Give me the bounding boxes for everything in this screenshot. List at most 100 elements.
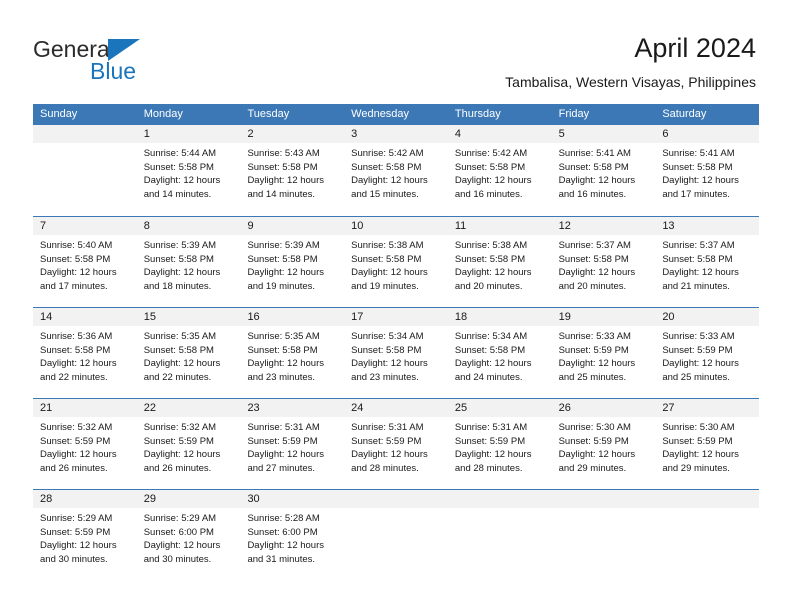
day-number: 20	[655, 308, 760, 326]
calendar-day-cell[interactable]: 14 Sunrise: 5:36 AM Sunset: 5:58 PM Dayligh…	[33, 308, 137, 398]
calendar-day-cell[interactable]: 6 Sunrise: 5:41 AM Sunset: 5:58 PM Daylight…	[655, 125, 760, 216]
calendar-day-cell[interactable]: 13 Sunrise: 5:37 AM Sunset: 5:58 PM Dayligh…	[655, 217, 760, 307]
sunset-time: Sunset: 5:58 PM	[40, 253, 111, 265]
calendar-day-cell[interactable]: 17 Sunrise: 5:34 AM Sunset: 5:58 PM Dayligh…	[344, 308, 448, 398]
calendar-page: General Blue April 2024 Tambalisa, Weste…	[0, 0, 792, 612]
calendar-day-cell[interactable]: 29 Sunrise: 5:29 AM Sunset: 6:00 PM Dayligh…	[136, 490, 241, 580]
day-details	[344, 508, 448, 512]
sunrise-time: Sunrise: 5:33 AM	[558, 331, 631, 342]
calendar-day-cell[interactable]: 15 Sunrise: 5:35 AM Sunset: 5:58 PM Dayligh…	[136, 308, 241, 398]
day-details	[33, 143, 137, 147]
daylight-duration-line1: Daylight: 12 hours	[247, 540, 325, 551]
daylight-duration-line1: Daylight: 12 hours	[454, 449, 532, 460]
day-details	[655, 508, 759, 512]
daylight-duration-line2: and 17 minutes.	[40, 280, 108, 292]
calendar-day-cell[interactable]: 22 Sunrise: 5:32 AM Sunset: 5:59 PM Dayligh…	[136, 399, 241, 489]
day-details: Sunrise: 5:30 AM Sunset: 5:59 PM Daylight:…	[552, 417, 656, 475]
daylight-duration-line2: and 19 minutes.	[351, 280, 419, 292]
sunrise-time: Sunrise: 5:29 AM	[143, 513, 217, 524]
calendar-day-cell[interactable]: 16 Sunrise: 5:35 AM Sunset: 5:58 PM Dayligh…	[240, 308, 345, 398]
calendar-day-cell[interactable]: 8 Sunrise: 5:39 AM Sunset: 5:58 PM Daylight…	[136, 217, 241, 307]
sunrise-time: Sunrise: 5:30 AM	[662, 422, 735, 433]
calendar-day-cell[interactable]: 5 Sunrise: 5:41 AM Sunset: 5:58 PM Daylight…	[551, 125, 656, 216]
daylight-duration-line1: Daylight: 12 hours	[143, 175, 221, 186]
sunset-time: Sunset: 5:58 PM	[558, 161, 629, 173]
weekday-header-monday: Monday	[143, 108, 183, 120]
daylight-duration-line2: and 18 minutes.	[143, 280, 212, 292]
sunrise-time: Sunrise: 5:42 AM	[351, 148, 424, 159]
day-details: Sunrise: 5:32 AM Sunset: 5:59 PM Daylight:…	[137, 417, 241, 475]
day-number: 6	[655, 125, 760, 143]
sunrise-time: Sunrise: 5:38 AM	[351, 240, 424, 251]
daylight-duration-line1: Daylight: 12 hours	[40, 449, 117, 460]
daylight-duration-line2: and 27 minutes.	[247, 462, 316, 474]
daylight-duration-line1: Daylight: 12 hours	[247, 175, 325, 186]
day-number: 28	[33, 490, 137, 508]
day-details: Sunrise: 5:34 AM Sunset: 5:58 PM Daylight:…	[448, 326, 552, 384]
sunset-time: Sunset: 5:58 PM	[143, 344, 214, 356]
day-details: Sunrise: 5:43 AM Sunset: 5:58 PM Daylight:…	[240, 143, 344, 201]
day-number: 7	[33, 217, 137, 235]
day-number: 22	[136, 399, 241, 417]
calendar-day-cell[interactable]: 30 Sunrise: 5:28 AM Sunset: 6:00 PM Dayligh…	[240, 490, 345, 580]
calendar-day-cell[interactable]: 7 Sunrise: 5:40 AM Sunset: 5:58 PM Daylight…	[33, 217, 137, 307]
daylight-duration-line1: Daylight: 12 hours	[247, 449, 325, 460]
calendar-day-cell[interactable]: 10 Sunrise: 5:38 AM Sunset: 5:58 PM Dayligh…	[344, 217, 448, 307]
weekday-header-tuesday: Tuesday	[247, 108, 290, 120]
day-number: 12	[551, 217, 656, 235]
sunrise-time: Sunrise: 5:30 AM	[558, 422, 631, 433]
sunset-time: Sunset: 6:00 PM	[247, 526, 318, 538]
day-number: 15	[136, 308, 241, 326]
sunrise-time: Sunrise: 5:32 AM	[40, 422, 113, 433]
calendar-day-cell[interactable]: 23 Sunrise: 5:31 AM Sunset: 5:59 PM Dayligh…	[240, 399, 345, 489]
calendar-day-cell[interactable]: 24 Sunrise: 5:31 AM Sunset: 5:59 PM Dayligh…	[344, 399, 448, 489]
daylight-duration-line2: and 14 minutes.	[143, 188, 212, 200]
sunset-time: Sunset: 5:59 PM	[40, 526, 111, 538]
calendar-day-cell[interactable]: 26 Sunrise: 5:30 AM Sunset: 5:59 PM Dayligh…	[551, 399, 656, 489]
sunrise-time: Sunrise: 5:31 AM	[454, 422, 528, 433]
sunrise-time: Sunrise: 5:37 AM	[662, 240, 735, 251]
day-details: Sunrise: 5:31 AM Sunset: 5:59 PM Daylight:…	[448, 417, 552, 475]
calendar-day-cell[interactable]: 18 Sunrise: 5:34 AM Sunset: 5:58 PM Dayligh…	[447, 308, 552, 398]
weekday-header-wednesday: Wednesday	[351, 108, 410, 120]
sunset-time: Sunset: 5:58 PM	[143, 161, 214, 173]
calendar-day-cell[interactable]: 19 Sunrise: 5:33 AM Sunset: 5:59 PM Dayligh…	[551, 308, 656, 398]
calendar-day-cell[interactable]: 9 Sunrise: 5:39 AM Sunset: 5:58 PM Daylight…	[240, 217, 345, 307]
logo-text-blue: Blue	[90, 58, 137, 84]
sunrise-time: Sunrise: 5:37 AM	[558, 240, 631, 251]
day-number: 11	[447, 217, 552, 235]
calendar-day-cell[interactable]: 27 Sunrise: 5:30 AM Sunset: 5:59 PM Dayligh…	[655, 399, 760, 489]
calendar-day-cell[interactable]: 1 Sunrise: 5:44 AM Sunset: 5:58 PM Daylight…	[136, 125, 241, 216]
sunrise-time: Sunrise: 5:39 AM	[247, 240, 320, 251]
day-details: Sunrise: 5:30 AM Sunset: 5:59 PM Daylight:…	[655, 417, 759, 475]
day-details: Sunrise: 5:35 AM Sunset: 5:58 PM Daylight:…	[240, 326, 344, 384]
day-details: Sunrise: 5:39 AM Sunset: 5:58 PM Daylight:…	[137, 235, 241, 293]
daylight-duration-line2: and 30 minutes.	[40, 553, 108, 565]
sunset-time: Sunset: 5:58 PM	[662, 161, 733, 173]
daylight-duration-line1: Daylight: 12 hours	[143, 449, 221, 460]
daylight-duration-line1: Daylight: 12 hours	[662, 175, 739, 186]
calendar-day-cell[interactable]: 25 Sunrise: 5:31 AM Sunset: 5:59 PM Dayligh…	[447, 399, 552, 489]
calendar-weeks: 1 Sunrise: 5:44 AM Sunset: 5:58 PM Daylight…	[33, 125, 760, 580]
calendar-day-cell[interactable]: 21 Sunrise: 5:32 AM Sunset: 5:59 PM Dayligh…	[33, 399, 137, 489]
day-number: 14	[33, 308, 137, 326]
calendar-day-cell[interactable]: 3 Sunrise: 5:42 AM Sunset: 5:58 PM Daylight…	[344, 125, 448, 216]
calendar-day-cell[interactable]: 28 Sunrise: 5:29 AM Sunset: 5:59 PM Dayligh…	[33, 490, 137, 580]
general-blue-logo[interactable]: General Blue	[33, 36, 213, 84]
calendar-day-cell[interactable]: 2 Sunrise: 5:43 AM Sunset: 5:58 PM Daylight…	[240, 125, 345, 216]
daylight-duration-line2: and 15 minutes.	[351, 188, 419, 200]
calendar-day-cell-empty	[33, 125, 137, 216]
day-details: Sunrise: 5:41 AM Sunset: 5:58 PM Daylight:…	[552, 143, 656, 201]
calendar-day-cell[interactable]: 20 Sunrise: 5:33 AM Sunset: 5:59 PM Dayligh…	[655, 308, 760, 398]
daylight-duration-line2: and 29 minutes.	[558, 462, 627, 474]
weekday-header-saturday: Saturday	[662, 108, 707, 120]
calendar-day-cell[interactable]: 12 Sunrise: 5:37 AM Sunset: 5:58 PM Dayligh…	[551, 217, 656, 307]
calendar-day-cell[interactable]: 11 Sunrise: 5:38 AM Sunset: 5:58 PM Dayligh…	[447, 217, 552, 307]
location-subtitle: Tambalisa, Western Visayas, Philippines	[505, 74, 756, 90]
sunrise-time: Sunrise: 5:41 AM	[662, 148, 735, 159]
calendar-day-cell[interactable]: 4 Sunrise: 5:42 AM Sunset: 5:58 PM Daylight…	[447, 125, 552, 216]
sunrise-time: Sunrise: 5:32 AM	[143, 422, 217, 433]
day-number: 10	[344, 217, 448, 235]
sunset-time: Sunset: 6:00 PM	[143, 526, 214, 538]
weekday-header-row: Sunday Monday Tuesday Wednesday Thursday…	[33, 104, 759, 125]
